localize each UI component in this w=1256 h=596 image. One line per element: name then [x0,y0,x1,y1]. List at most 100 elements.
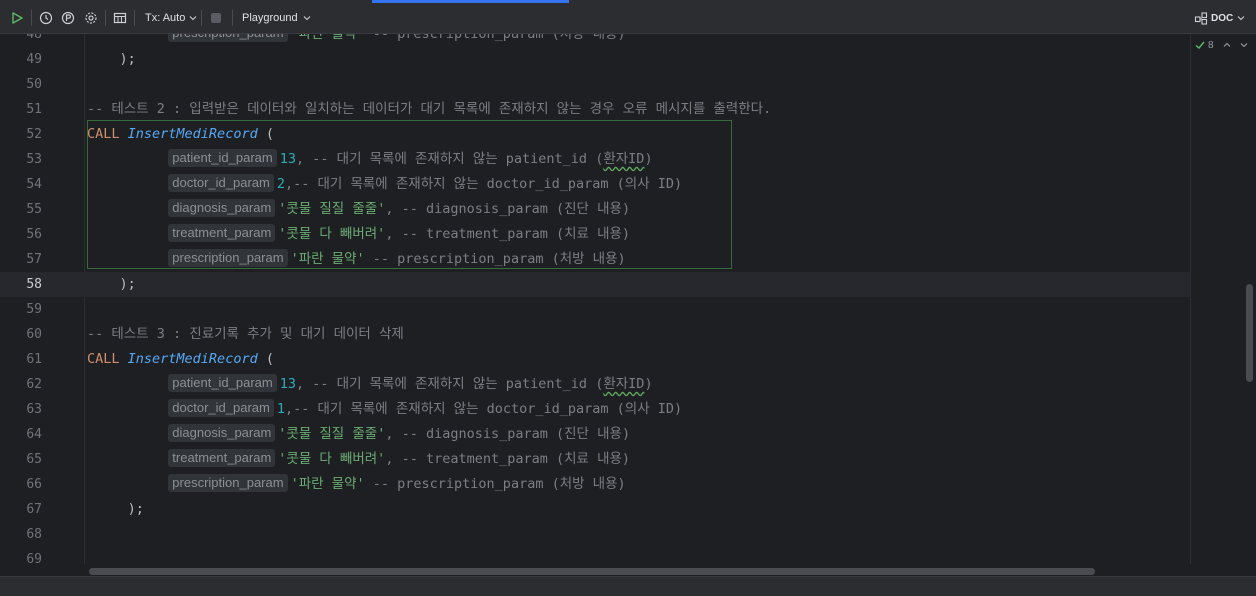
parameter-hint: prescription_param [168,249,288,267]
toolbar-separator [134,10,135,26]
editor-right-margin [1190,34,1191,564]
code-line[interactable]: 49 ); [0,47,1190,72]
transaction-mode-dropdown[interactable]: Tx: Auto [145,9,198,27]
number-literal: 2 [276,176,285,192]
structure-icon [1194,12,1208,25]
code-line[interactable]: 67 ); [0,497,1190,522]
inline-comment: , -- treatment_param (치료 내용) [385,451,631,467]
code-line[interactable]: 59 [0,297,1190,322]
code-line[interactable]: 58 ); [0,272,1190,297]
code-text: ); [87,47,136,72]
line-number: 67 [26,502,42,517]
session-dropdown[interactable]: Playground [242,9,312,27]
history-button[interactable] [39,9,53,27]
code-text: doctor_id_param 1,-- 대기 목록에 존재하지 않는 docto… [87,397,682,422]
code-line[interactable]: 69 [0,547,1190,564]
vertical-scrollbar[interactable] [1246,284,1253,382]
run-button[interactable] [10,9,24,27]
pin-button[interactable] [61,9,75,27]
parameter-hint: diagnosis_param [168,199,276,217]
inline-comment-end: ) [644,376,653,392]
code-text: prescription_param'파란 물약' -- prescriptio… [87,472,626,497]
horizontal-scrollbar[interactable] [89,568,1095,575]
parameter-hint: treatment_param [168,449,276,467]
string-literal: '파란 물약' [290,251,365,267]
stop-icon[interactable] [211,13,221,23]
sql-comment: -- 테스트 2 : 입력받은 데이터와 일치하는 데이터가 대기 목록에 존재… [87,101,772,117]
code-line[interactable]: 61 CALL InsertMediRecord ( [0,347,1190,372]
line-number: 48 [26,34,42,42]
line-number: 52 [26,127,42,142]
code-line[interactable]: 50 [0,72,1190,97]
pin-icon [61,11,75,25]
progress-bar [372,0,569,3]
schema-dropdown[interactable]: DOC [1194,9,1246,27]
code-text: -- 테스트 2 : 입력받은 데이터와 일치하는 데이터가 대기 목록에 존재… [87,97,771,122]
code-editor[interactable]: 48 prescription_param'파란 물약' -- prescrip… [0,34,1256,564]
line-number: 58 [26,277,42,292]
string-literal: '파란 물약' [290,34,365,42]
code-line[interactable]: 55 diagnosis_param '콧물 질질 줄줄', -- diagnos… [0,197,1190,222]
number-literal: 13 [279,376,297,392]
inline-comment: , -- 대기 목록에 존재하지 않는 patient_id ( [296,376,604,392]
string-literal: '콧물 질질 줄줄' [278,426,386,442]
parameter-hint: prescription_param [168,474,288,492]
number-literal: 13 [279,151,297,167]
code-line[interactable]: 57 prescription_param '파란 물약' -- prescrip… [0,247,1190,272]
code-line[interactable]: 65 treatment_param '콧물 다 빼버려', -- treatme… [0,447,1190,472]
string-literal: '콧물 다 빼버려' [278,451,386,467]
code-text: ); [87,272,136,297]
code-line[interactable]: 51 -- 테스트 2 : 입력받은 데이터와 일치하는 데이터가 대기 목록에 … [0,97,1190,122]
line-number: 64 [26,427,42,442]
code-line[interactable]: 52 CALL InsertMediRecord ( [0,122,1190,147]
code-punctuation: ( [257,126,274,142]
inspection-widget[interactable]: 8 [1194,39,1249,51]
parameter-hint: doctor_id_param [168,174,274,192]
chevron-down-icon [1237,16,1245,21]
code-line[interactable]: 60 -- 테스트 3 : 진료기록 추가 및 대기 데이터 삭제 [0,322,1190,347]
code-line[interactable]: 54 doctor_id_param 2,-- 대기 목록에 존재하지 않는 do… [0,172,1190,197]
line-number: 50 [26,77,42,92]
parameter-hint: prescription_param [168,34,288,42]
code-line[interactable]: 66 prescription_param '파란 물약' -- prescrip… [0,472,1190,497]
toolbar-separator [31,10,32,26]
code-text: CALL InsertMediRecord ( [87,347,274,372]
toolbar-separator [201,10,202,26]
code-line[interactable]: 63 doctor_id_param 1,-- 대기 목록에 존재하지 않는 do… [0,397,1190,422]
toolbar-separator [105,10,106,26]
sql-keyword: CALL [87,351,120,367]
parameter-hint: patient_id_param [168,149,277,167]
chevron-up-icon[interactable] [1222,40,1232,50]
table-button[interactable] [113,9,127,27]
code-text: prescription_param'파란 물약' -- prescriptio… [87,34,626,47]
session-label: Playground [242,12,298,24]
line-number: 54 [26,177,42,192]
line-number: 56 [26,227,42,242]
code-text: diagnosis_param '콧물 질질 줄줄', -- diagnosis_… [87,422,630,447]
code-line[interactable]: 68 [0,522,1190,547]
procedure-name: InsertMediRecord [127,351,258,367]
code-text: patient_id_param 13, -- 대기 목록에 존재하지 않는 pa… [87,147,653,172]
string-literal: '파란 물약' [290,476,365,492]
code-line[interactable]: 64 diagnosis_param '콧물 질질 줄줄', -- diagnos… [0,422,1190,447]
number-literal: 1 [276,401,285,417]
code-text: ); [87,497,144,522]
code-text: treatment_param '콧물 다 빼버려', -- treatment_… [87,222,630,247]
parameter-hint: doctor_id_param [168,399,274,417]
settings-button[interactable] [84,9,98,27]
chevron-down-icon[interactable] [1239,40,1249,50]
string-literal: '콧물 질질 줄줄' [278,201,386,217]
code-line[interactable]: 62 patient_id_param 13, -- 대기 목록에 존재하지 않는… [0,372,1190,397]
run-icon [12,12,23,24]
code-line[interactable]: 53 patient_id_param 13, -- 대기 목록에 존재하지 않는… [0,147,1190,172]
line-number: 63 [26,402,42,417]
line-number: 55 [26,202,42,217]
inline-comment: , -- treatment_param (치료 내용) [385,226,631,242]
code-line[interactable]: 56 treatment_param '콧물 다 빼버려', -- treatme… [0,222,1190,247]
code-line[interactable]: 48 prescription_param'파란 물약' -- prescrip… [0,34,1190,47]
